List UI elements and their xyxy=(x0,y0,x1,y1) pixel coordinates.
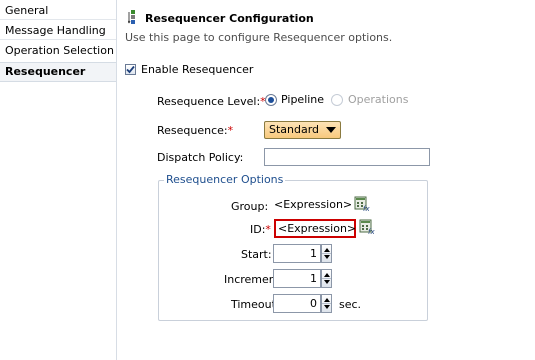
decrement-arrow-icon xyxy=(324,280,330,284)
resequence-label: Resequence:* xyxy=(157,124,233,137)
decrement-arrow-icon xyxy=(324,305,330,309)
decrement-arrow-icon xyxy=(324,255,330,259)
level-pipeline-label[interactable]: Pipeline xyxy=(281,93,324,106)
chevron-down-icon xyxy=(326,127,336,133)
enable-resequencer-label[interactable]: Enable Resequencer xyxy=(141,63,253,76)
resequence-select-value: Standard xyxy=(269,123,320,136)
resequencer-options-title: Resequencer Options xyxy=(164,173,286,186)
start-label: Start: xyxy=(241,248,272,261)
dispatch-policy-label: Dispatch Policy: xyxy=(157,151,244,164)
svg-text:fx: fx xyxy=(363,205,370,212)
id-expression-link[interactable]: <Expression> xyxy=(274,219,356,238)
level-pipeline-radio[interactable] xyxy=(265,94,277,106)
svg-text:fx: fx xyxy=(368,228,375,235)
group-expression-link[interactable]: <Expression> xyxy=(274,198,352,211)
resequence-level-label: Resequence Level:* xyxy=(157,95,266,108)
sidebar-item-operation-selection[interactable]: Operation Selection xyxy=(0,42,116,60)
page-subtitle: Use this page to configure Resequencer o… xyxy=(125,31,393,44)
enable-resequencer-checkbox[interactable] xyxy=(125,64,136,75)
group-label: Group: xyxy=(231,200,269,213)
expression-editor-icon[interactable]: fx xyxy=(359,219,375,236)
sidebar-item-general[interactable]: General xyxy=(0,2,116,20)
resequence-select[interactable]: Standard xyxy=(264,121,341,139)
sidebar-item-message-handling[interactable]: Message Handling xyxy=(0,22,116,40)
sidebar-item-resequencer[interactable]: Resequencer xyxy=(0,62,116,82)
increment-arrow-icon xyxy=(324,298,330,302)
id-label: ID:* xyxy=(250,223,271,236)
resequence-level-label-text: Resequence Level: xyxy=(157,95,261,108)
start-spinner[interactable] xyxy=(321,244,332,263)
timeout-spinner[interactable] xyxy=(321,294,332,313)
start-input[interactable]: 1 xyxy=(273,244,321,263)
timeout-input[interactable]: 0 xyxy=(273,294,321,313)
dispatch-policy-input[interactable] xyxy=(264,148,430,166)
sidebar-item-label: General xyxy=(5,4,49,17)
increment-arrow-icon xyxy=(324,273,330,277)
required-marker: * xyxy=(265,223,271,236)
level-operations-label[interactable]: Operations xyxy=(348,93,408,106)
resequence-label-text: Resequence: xyxy=(157,124,228,137)
resequencer-icon xyxy=(127,10,138,26)
level-operations-radio[interactable] xyxy=(331,94,343,106)
increment-spinner[interactable] xyxy=(321,269,332,288)
sidebar-nav: General Message Handling Operation Selec… xyxy=(0,0,117,360)
expression-editor-icon[interactable]: fx xyxy=(354,196,370,213)
increment-input[interactable]: 1 xyxy=(273,269,321,288)
main-panel: Resequencer Configuration Use this page … xyxy=(117,0,535,360)
checkmark-icon xyxy=(126,65,135,74)
sidebar-item-label: Message Handling xyxy=(5,24,106,37)
timeout-unit-label: sec. xyxy=(339,298,362,311)
increment-arrow-icon xyxy=(324,248,330,252)
sidebar-item-label: Resequencer xyxy=(5,65,86,78)
required-marker: * xyxy=(227,124,234,137)
page-title: Resequencer Configuration xyxy=(145,12,314,25)
resequencer-configuration-window: General Message Handling Operation Selec… xyxy=(0,0,535,360)
id-label-text: ID: xyxy=(250,223,266,236)
sidebar-item-label: Operation Selection xyxy=(5,44,114,57)
